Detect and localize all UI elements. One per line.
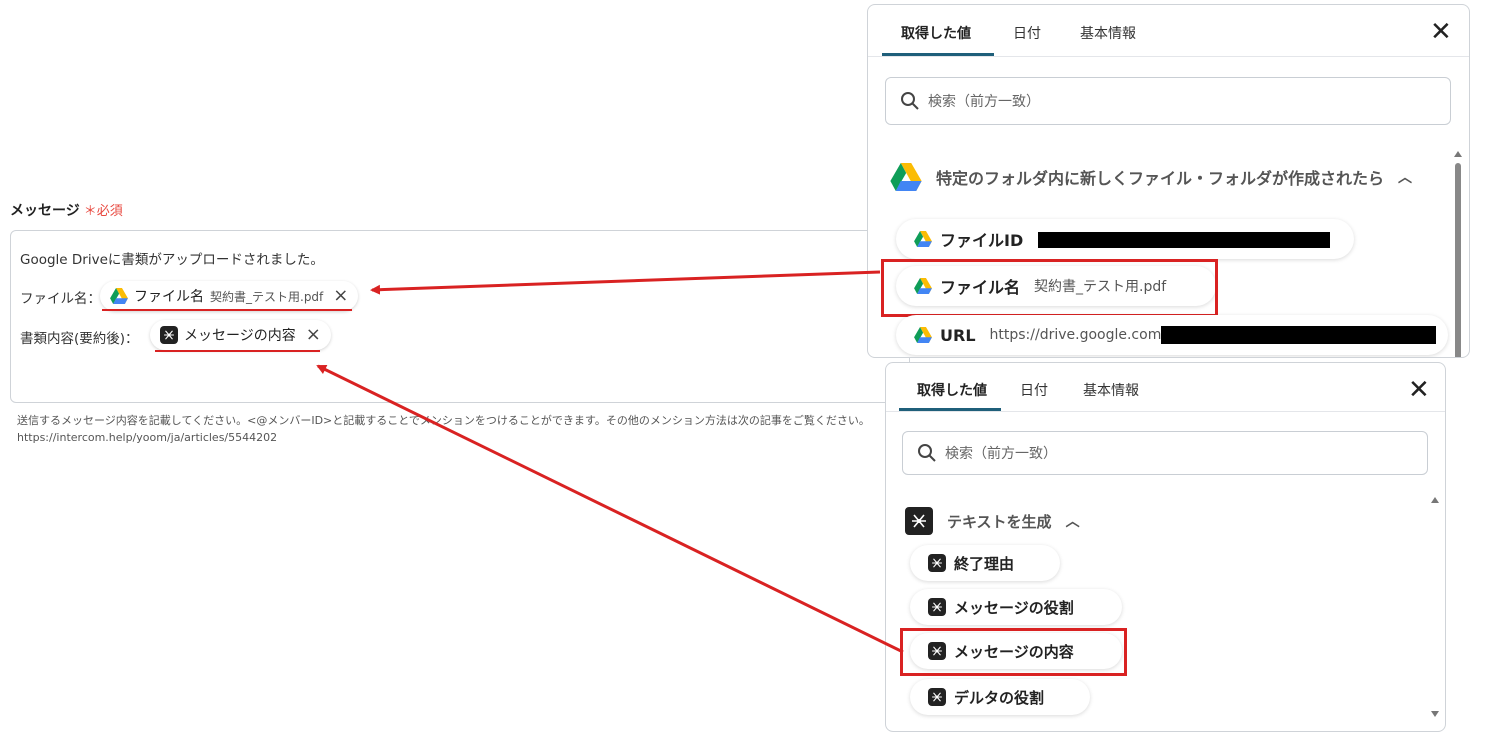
ai-text-icon: [928, 598, 946, 616]
variable-item-finish-reason[interactable]: 終了理由: [910, 545, 1060, 581]
help-text: 送信するメッセージ内容を記載してください。<@メンバーID>と記載することでメン…: [17, 414, 870, 427]
tab-divider: [868, 56, 1469, 57]
ai-text-icon: [928, 688, 946, 706]
redacted-value: [1161, 326, 1436, 344]
scrollbar-thumb[interactable]: [1455, 163, 1461, 357]
variable-item-label: メッセージの役割: [954, 598, 1074, 617]
section-header-drive-trigger[interactable]: 特定のフォルダ内に新しくファイル・フォルダが作成されたら ︿: [890, 163, 1412, 191]
arrow-message-content: [316, 364, 904, 654]
scroll-up-arrow[interactable]: [1431, 497, 1439, 503]
required-badge: ＊必須: [83, 204, 123, 219]
remove-x-icon[interactable]: ×: [306, 326, 321, 344]
variable-item-message-role[interactable]: メッセージの役割: [910, 589, 1122, 625]
section-title: テキストを生成: [947, 512, 1052, 531]
highlight-underline: [102, 309, 352, 311]
message-line-3-label: 書類内容(要約後)：: [20, 331, 139, 347]
tab-acquired-values[interactable]: 取得した値: [901, 23, 971, 43]
ai-text-icon: [905, 507, 933, 535]
variable-item-label: ファイルID: [940, 231, 1024, 250]
variable-picker-panel-drive: 取得した値 日付 基本情報 ✕ 検索（前方一致） 特定のフォルダ内に新しくファイ…: [867, 4, 1470, 358]
chip-value: 契約書_テスト用.pdf: [210, 289, 324, 304]
search-input[interactable]: 検索（前方一致）: [902, 431, 1428, 475]
highlight-box: [900, 628, 1127, 676]
search-placeholder: 検索（前方一致）: [928, 94, 1040, 110]
message-line-1: Google Driveに書類がアップロードされました。: [20, 252, 324, 268]
google-drive-icon: [914, 231, 932, 247]
variable-item-delta-role[interactable]: デルタの役割: [910, 679, 1090, 715]
variable-chip-file-name[interactable]: ファイル名 契約書_テスト用.pdf ×: [100, 281, 359, 311]
variable-item-value: https://drive.google.com/: [989, 327, 1167, 343]
variable-item-label: 終了理由: [954, 554, 1015, 573]
highlight-underline: [155, 350, 320, 352]
ai-text-icon: [160, 326, 178, 344]
tab-basic-info[interactable]: 基本情報: [1083, 380, 1139, 400]
search-placeholder: 検索（前方一致）: [945, 446, 1057, 462]
variable-chip-message-content[interactable]: メッセージの内容 ×: [150, 320, 331, 350]
close-icon[interactable]: ✕: [1430, 19, 1452, 45]
tab-acquired-values[interactable]: 取得した値: [917, 380, 987, 400]
message-line-2-label: ファイル名：: [20, 291, 101, 307]
help-link[interactable]: https://intercom.help/yoom/ja/articles/5…: [17, 431, 277, 444]
search-icon: [900, 91, 920, 111]
section-header-text-generation[interactable]: テキストを生成 ︿: [905, 507, 1080, 535]
chip-label: メッセージの内容: [184, 328, 296, 344]
search-input[interactable]: 検索（前方一致）: [885, 77, 1451, 125]
section-title: 特定のフォルダ内に新しくファイル・フォルダが作成されたら: [936, 169, 1385, 188]
variable-picker-panel-ai: 取得した値 日付 基本情報 ✕ 検索（前方一致） テキストを生成 ︿ 終了理由 …: [885, 362, 1446, 732]
chip-label: ファイル名: [134, 289, 204, 305]
tab-date[interactable]: 日付: [1013, 23, 1041, 43]
variable-item-label: URL: [940, 325, 976, 345]
google-drive-icon: [110, 288, 128, 304]
tab-date[interactable]: 日付: [1020, 380, 1048, 400]
google-drive-icon: [914, 327, 932, 343]
search-icon: [917, 443, 937, 463]
message-label-text: メッセージ: [10, 203, 80, 219]
remove-x-icon[interactable]: ×: [333, 287, 348, 305]
message-label: メッセージ ＊必須: [10, 200, 123, 220]
chevron-up-icon[interactable]: ︿: [1066, 511, 1080, 531]
scroll-up-arrow[interactable]: [1454, 151, 1462, 157]
variable-item-label: デルタの役割: [954, 688, 1045, 707]
chevron-up-icon[interactable]: ︿: [1398, 167, 1412, 187]
tab-basic-info[interactable]: 基本情報: [1080, 23, 1136, 43]
tab-divider: [886, 411, 1445, 412]
highlight-box: [881, 259, 1218, 317]
redacted-value: [1038, 232, 1330, 248]
scroll-down-arrow[interactable]: [1431, 711, 1439, 717]
close-icon[interactable]: ✕: [1408, 377, 1430, 403]
google-drive-icon: [890, 163, 922, 191]
ai-text-icon: [928, 554, 946, 572]
